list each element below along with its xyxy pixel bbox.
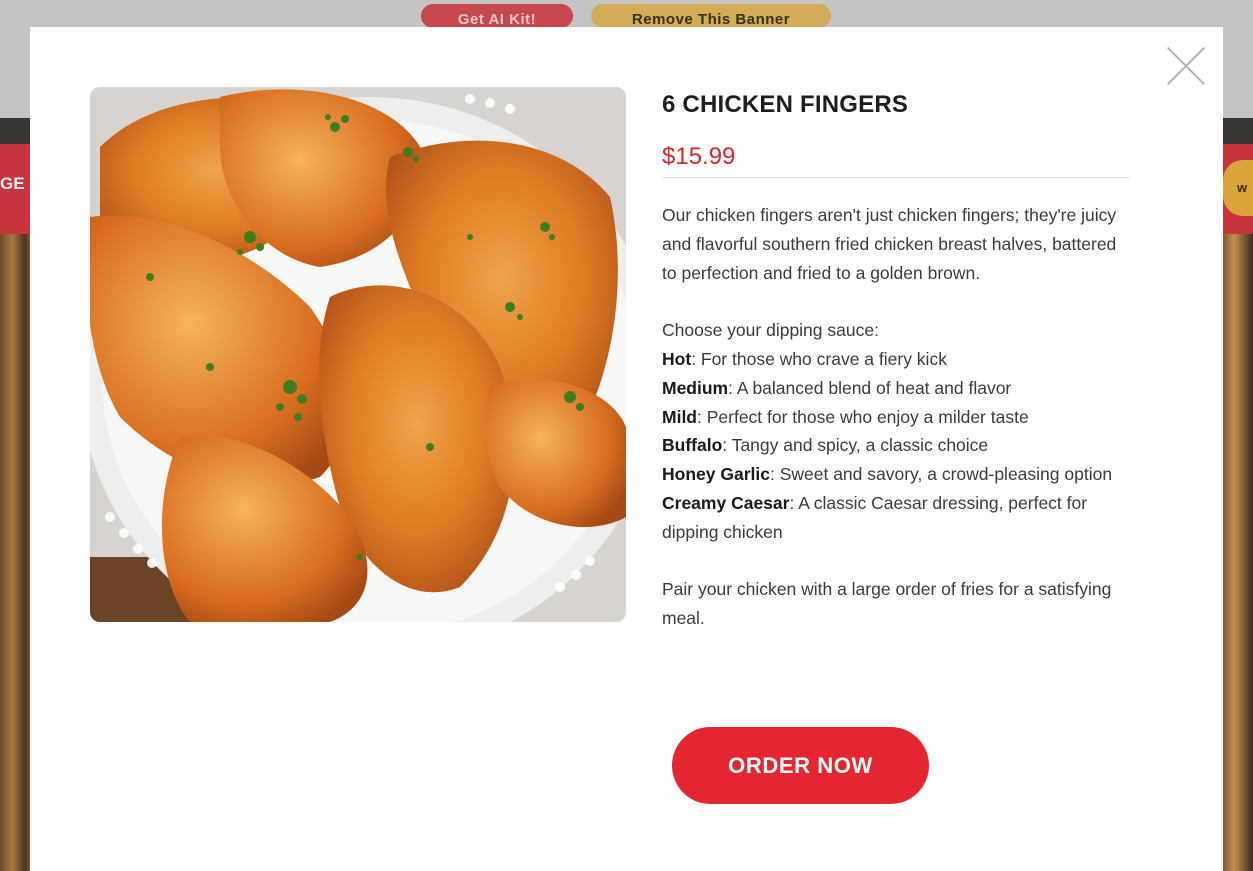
sauce-item: Creamy Caesar: A classic Caesar dressing…	[662, 489, 1132, 547]
product-image	[90, 87, 626, 622]
description-text: Our chicken fingers aren't just chicken …	[662, 205, 1117, 283]
sauce-intro: Choose your dipping sauce:	[662, 320, 879, 341]
product-price: $15.99	[662, 143, 736, 170]
get-ai-kit-button[interactable]: Get AI Kit!	[421, 4, 573, 28]
sauce-name: Mild	[662, 406, 697, 427]
close-icon[interactable]	[1166, 46, 1206, 86]
sauce-item: Hot: For those who crave a fiery kick	[662, 345, 1132, 374]
sauce-desc: : For those who crave a fiery kick	[691, 348, 947, 369]
product-description: Our chicken fingers aren't just chicken …	[662, 201, 1132, 633]
sauce-name: Hot	[662, 348, 692, 369]
background-order-button-fragment: w	[1223, 160, 1253, 216]
sauce-name: Buffalo	[662, 435, 723, 456]
price-divider	[662, 177, 1130, 178]
sauce-item: Mild: Perfect for those who enjoy a mild…	[662, 403, 1132, 432]
pairing-text: Pair your chicken with a large order of …	[662, 579, 1112, 629]
sauce-desc: : Perfect for those who enjoy a milder t…	[697, 406, 1029, 427]
product-title: 6 CHICKEN FINGERS	[662, 91, 909, 118]
sauce-desc: : Tangy and spicy, a classic choice	[722, 435, 989, 456]
sauce-desc: : Sweet and savory, a crowd-pleasing opt…	[769, 464, 1113, 485]
sauce-desc: : A balanced blend of heat and flavor	[728, 377, 1012, 398]
remove-banner-button[interactable]: Remove This Banner	[591, 4, 831, 28]
sauce-name: Medium	[662, 377, 729, 398]
sauce-item: Honey Garlic: Sweet and savory, a crowd-…	[662, 460, 1132, 489]
sauce-item: Medium: A balanced blend of heat and fla…	[662, 374, 1132, 403]
sauce-name: Creamy Caesar	[662, 492, 790, 513]
order-now-button[interactable]: ORDER NOW	[672, 727, 929, 804]
background-nav-fragment: GE	[0, 174, 25, 193]
sauce-item: Buffalo: Tangy and spicy, a classic choi…	[662, 431, 1132, 460]
sauce-name: Honey Garlic	[662, 464, 770, 485]
